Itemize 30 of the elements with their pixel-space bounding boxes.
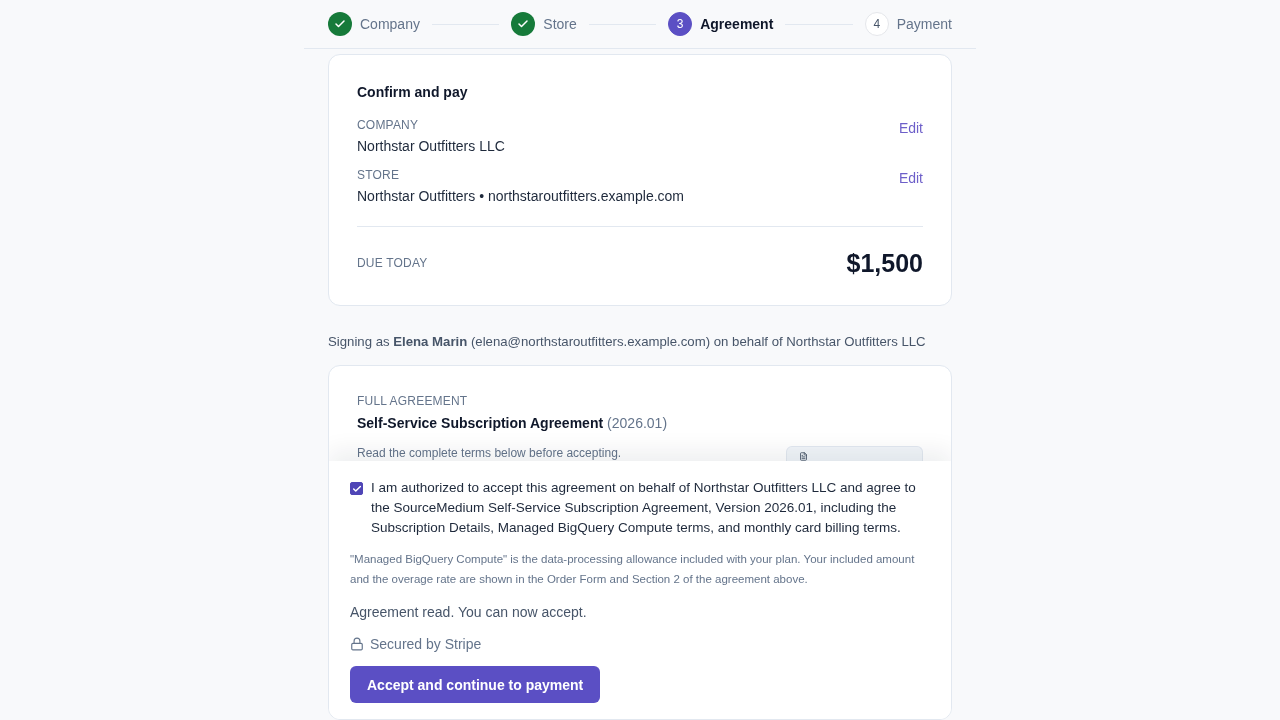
signing-note: Signing as Elena Marin (elena@northstaroutfitters.example.com) on behalf of Northstar Outfitters LLC (328, 333, 927, 351)
step-complete-icon (511, 12, 536, 36)
field-label: STORE (357, 167, 400, 183)
document-icon (799, 452, 808, 461)
step-number: 3 (668, 12, 693, 36)
step-number: 4 (864, 12, 889, 36)
agreement-title: Self-Service Subscription Agreement (357, 414, 604, 433)
lock-icon (350, 637, 364, 651)
consent-checkbox[interactable] (350, 482, 363, 495)
step-complete-icon (328, 12, 352, 36)
step-label: Agreement (700, 15, 774, 34)
compute-note: "Managed BigQuery Compute" is the data-processing allowance included with your plan. Your included amount and the overage rate are shown in the Order Form and Section 2 of the agreement above. (350, 552, 916, 587)
field-value: Northstar Outfitters • northstaroutfitters.example.com (357, 187, 685, 206)
step-label: Payment (896, 15, 952, 34)
accept-button[interactable]: Accept and continue to payment (350, 666, 601, 703)
step-label: Store (543, 15, 577, 34)
due-label: DUE TODAY (357, 255, 428, 271)
edit-link[interactable]: Edit (898, 118, 923, 138)
field-label: COMPANY (357, 117, 419, 133)
consent-text: I am authorized to accept this agreement on behalf of Northstar Outfitters LLC and agree to the SourceMedium Self-Service Subscription Agreement, Version 2026.01, including the Subscription Details, Managed BigQuery Compute terms, and monthly card billing terms. (371, 479, 917, 537)
card-title: Confirm and pay (357, 83, 469, 102)
edit-link[interactable]: Edit (898, 168, 923, 188)
security-text: Secured by Stripe (370, 635, 482, 654)
field-value: Northstar Outfitters LLC (357, 137, 505, 156)
section-label: FULL AGREEMENT (357, 393, 468, 409)
step-label: Company (360, 15, 420, 34)
agreement-hint: Read the complete terms below before accepting. (357, 446, 622, 460)
read-status: Agreement read. You can now accept. (350, 603, 587, 622)
due-amount: $1,500 (846, 248, 923, 279)
agreement-version: (2026.01) (607, 414, 668, 433)
